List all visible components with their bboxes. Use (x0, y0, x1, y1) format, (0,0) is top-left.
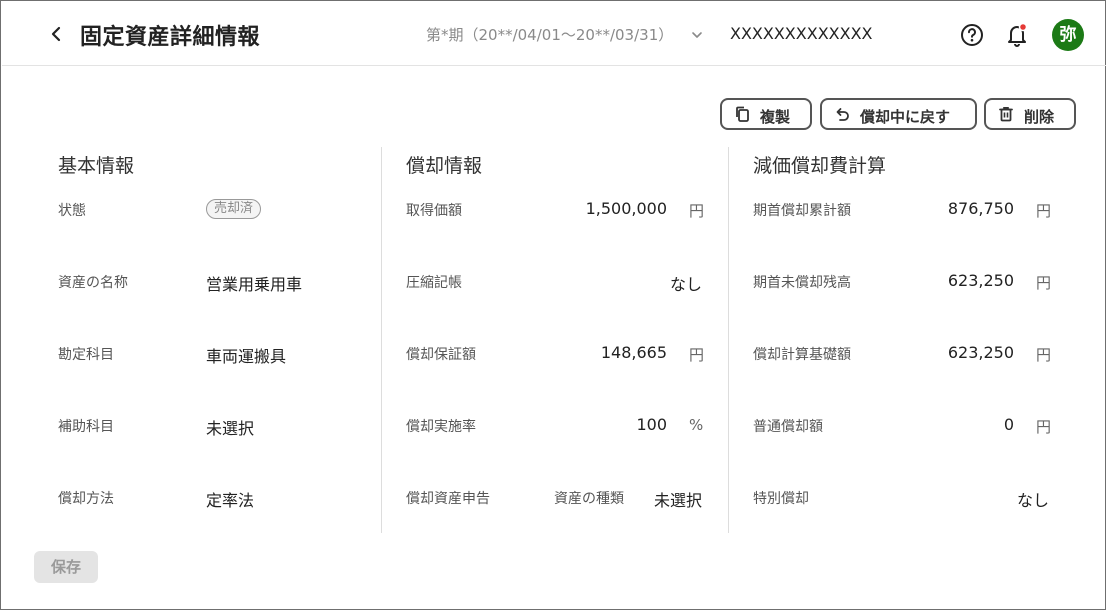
normal-depreciation-label: 普通償却額 (753, 419, 823, 435)
guarantee-unit: 円 (689, 346, 705, 364)
acquisition-cost-label: 取得価額 (406, 203, 462, 219)
copy-label: 複製 (760, 108, 791, 126)
special-depreciation-label: 特別償却 (753, 491, 809, 507)
method-label: 償却方法 (58, 491, 114, 507)
rate-unit: % (689, 416, 704, 434)
app-window: 固定資産詳細情報 第*期（20**/04/01〜20**/03/31） XXXX… (0, 0, 1106, 610)
column-divider (381, 147, 382, 533)
asset-kind-label: 資産の種類 (554, 491, 624, 507)
revert-label: 償却中に戻す (860, 108, 951, 126)
rate-value: 100 (636, 415, 667, 434)
normal-depreciation-value: 0 (1003, 415, 1014, 434)
chevron-left-icon (51, 26, 61, 42)
acquisition-cost-unit: 円 (689, 202, 705, 220)
account-label: 勘定科目 (58, 347, 114, 363)
notification-dot (1018, 22, 1028, 32)
normal-depreciation-unit: 円 (1036, 418, 1052, 436)
opening-accumulated-label: 期首償却累計額 (753, 203, 851, 219)
opening-remaining-unit: 円 (1036, 274, 1052, 292)
company-name: XXXXXXXXXXXXX (730, 24, 873, 43)
account-value: 車両運搬具 (206, 347, 287, 366)
header-bar: 固定資産詳細情報 第*期（20**/04/01〜20**/03/31） XXXX… (2, 2, 1106, 66)
compression-value: なし (669, 275, 702, 294)
sub-account-value: 未選択 (206, 419, 255, 438)
guarantee-value: 148,665 (600, 343, 667, 362)
asset-name-label: 資産の名称 (58, 275, 128, 291)
status-label: 状態 (58, 203, 86, 219)
declaration-label: 償却資産申告 (406, 491, 490, 507)
opening-accumulated-unit: 円 (1036, 202, 1052, 220)
opening-remaining-value: 623,250 (947, 271, 1014, 290)
trash-icon (999, 107, 1013, 122)
calc-base-label: 償却計算基礎額 (753, 347, 851, 363)
asset-kind-value: 未選択 (653, 491, 702, 510)
delete-label: 削除 (1024, 108, 1055, 126)
avatar[interactable]: 弥 (1052, 19, 1084, 51)
calc-base-unit: 円 (1036, 346, 1052, 364)
copy-icon (736, 106, 749, 122)
period-select[interactable]: 第*期（20**/04/01〜20**/03/31） (426, 24, 673, 45)
guarantee-label: 償却保証額 (406, 347, 476, 363)
chevron-down-icon[interactable] (690, 28, 704, 42)
depreciation-info-title: 償却情報 (406, 155, 483, 177)
page-title: 固定資産詳細情報 (80, 25, 261, 50)
opening-accumulated-value: 876,750 (947, 199, 1014, 218)
rate-label: 償却実施率 (406, 419, 476, 435)
back-button[interactable] (40, 18, 72, 50)
method-value: 定率法 (206, 491, 255, 510)
sub-account-label: 補助科目 (58, 419, 114, 435)
revert-to-depreciating-button[interactable]: 償却中に戻す (820, 98, 977, 130)
basic-info-title: 基本情報 (58, 155, 135, 177)
undo-icon (836, 108, 849, 121)
save-button[interactable]: 保存 (34, 551, 98, 583)
copy-button[interactable]: 複製 (720, 98, 812, 130)
help-icon[interactable] (960, 23, 984, 47)
bell-icon[interactable] (1005, 22, 1029, 48)
column-divider (728, 147, 729, 533)
acquisition-cost-value: 1,500,000 (585, 199, 667, 218)
delete-button[interactable]: 削除 (984, 98, 1076, 130)
compression-label: 圧縮記帳 (406, 275, 462, 291)
opening-remaining-label: 期首未償却残高 (753, 275, 851, 291)
asset-name-value: 営業用乗用車 (206, 275, 303, 294)
calc-base-value: 623,250 (947, 343, 1014, 362)
depreciation-calc-title: 減価償却費計算 (753, 155, 887, 177)
status-badge: 売却済 (206, 199, 262, 219)
special-depreciation-value: なし (1016, 491, 1049, 510)
